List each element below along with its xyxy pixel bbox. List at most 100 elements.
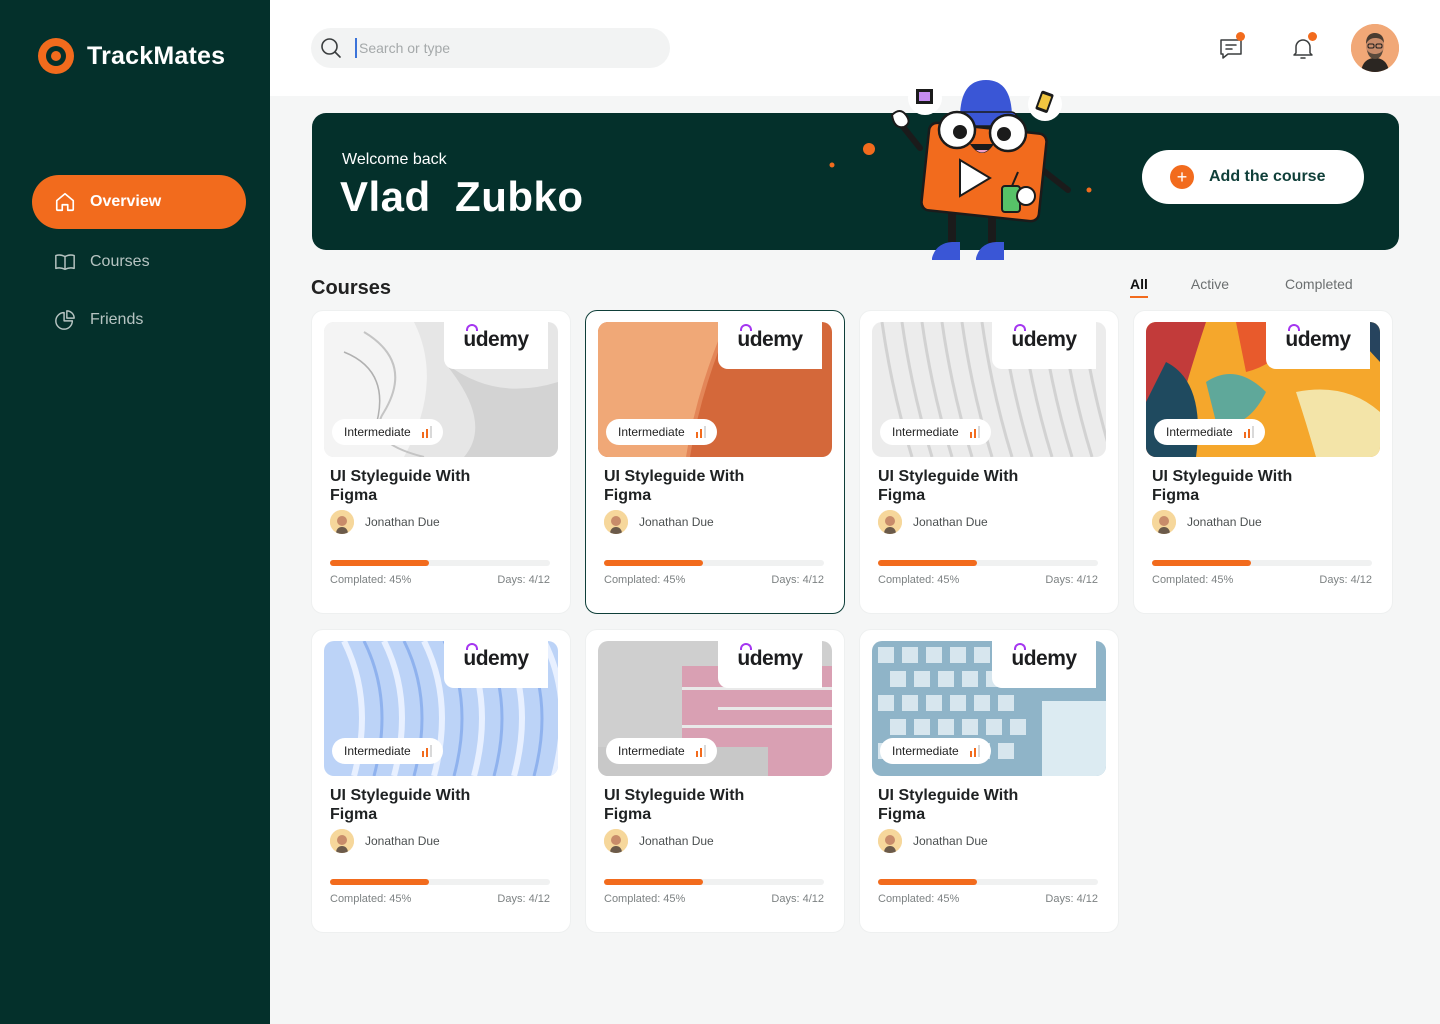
welcome-text: Welcome back (342, 151, 447, 168)
course-title: UI Styleguide With Figma (330, 787, 471, 823)
user-first-name: Vlad (340, 173, 431, 220)
course-title: UI Styleguide With Figma (1152, 468, 1293, 504)
plus-icon: + (1170, 165, 1194, 189)
course-author: Jonathan Due (1152, 510, 1262, 534)
progress-fill (878, 879, 977, 885)
add-course-button[interactable]: + Add the course (1142, 150, 1364, 204)
course-meta: Complated: 45% Days: 4/12 (604, 893, 824, 905)
search-input[interactable] (355, 38, 645, 58)
course-title: UI Styleguide With Figma (878, 468, 1019, 504)
tab-completed[interactable]: Completed (1285, 276, 1353, 298)
course-title: UI Styleguide With Figma (878, 787, 1019, 823)
sidebar-item-friends[interactable]: Friends (32, 293, 246, 347)
course-card[interactable]: udemy Intermediate UI Styleguide With Fi… (585, 310, 845, 614)
level-label: Intermediate (344, 425, 411, 439)
notifications-button[interactable] (1289, 32, 1317, 62)
home-icon (55, 192, 75, 212)
course-card[interactable]: udemy Intermediate UI Styleguide With Fi… (859, 310, 1119, 614)
completed-label: Complated: 45% (604, 893, 686, 905)
level-label: Intermediate (1166, 425, 1233, 439)
level-badge: Intermediate (880, 738, 991, 764)
search-bar[interactable] (311, 28, 670, 68)
days-label: Days: 4/12 (1045, 574, 1098, 586)
completed-label: Complated: 45% (878, 893, 960, 905)
level-label: Intermediate (618, 744, 685, 758)
completed-label: Complated: 45% (330, 574, 412, 586)
progress-bar (330, 560, 550, 566)
course-meta: Complated: 45% Days: 4/12 (878, 893, 1098, 905)
messages-button[interactable] (1217, 32, 1245, 62)
author-name: Jonathan Due (913, 515, 988, 529)
user-avatar-image (1351, 24, 1399, 72)
author-name: Jonathan Due (365, 515, 440, 529)
notification-dot (1236, 32, 1245, 41)
provider-name: udemy (1011, 643, 1077, 670)
provider-name: udemy (1285, 324, 1351, 351)
sidebar-item-courses[interactable]: Courses (32, 235, 246, 289)
provider-name: udemy (463, 324, 529, 351)
level-badge: Intermediate (332, 738, 443, 764)
sidebar-item-label: Overview (90, 193, 162, 210)
progress-bar (1152, 560, 1372, 566)
progress-fill (878, 560, 977, 566)
progress-fill (604, 560, 703, 566)
course-author: Jonathan Due (878, 829, 988, 853)
udemy-logo: udemy (718, 311, 822, 369)
course-meta: Complated: 45% Days: 4/12 (604, 574, 824, 586)
tab-all[interactable]: All (1130, 276, 1148, 298)
author-name: Jonathan Due (639, 515, 714, 529)
author-avatar (604, 510, 628, 534)
bar-chart-icon (969, 426, 980, 438)
progress-fill (330, 560, 429, 566)
bar-chart-icon (969, 745, 980, 757)
sidebar-item-overview[interactable]: Overview (32, 175, 246, 229)
days-label: Days: 4/12 (1045, 893, 1098, 905)
udemy-logo: udemy (992, 311, 1096, 369)
author-name: Jonathan Due (365, 834, 440, 848)
course-meta: Complated: 45% Days: 4/12 (330, 574, 550, 586)
completed-label: Complated: 45% (878, 574, 960, 586)
progress-fill (604, 879, 703, 885)
course-card[interactable]: udemy Intermediate UI Styleguide With Fi… (859, 629, 1119, 933)
author-name: Jonathan Due (913, 834, 988, 848)
user-avatar[interactable] (1351, 24, 1399, 72)
book-icon (55, 254, 75, 271)
bar-chart-icon (695, 745, 706, 757)
provider-name: udemy (1011, 324, 1077, 351)
sidebar-item-label: Friends (90, 311, 144, 328)
progress-bar (878, 879, 1098, 885)
mascot-illustration (829, 80, 1092, 260)
level-badge: Intermediate (606, 738, 717, 764)
provider-name: udemy (737, 643, 803, 670)
level-badge: Intermediate (606, 419, 717, 445)
author-avatar (604, 829, 628, 853)
author-name: Jonathan Due (1187, 515, 1262, 529)
course-card[interactable]: udemy Intermediate UI Styleguide With Fi… (311, 629, 571, 933)
course-card[interactable]: udemy Intermediate UI Styleguide With Fi… (585, 629, 845, 933)
courses-heading: Courses (311, 277, 392, 299)
course-author: Jonathan Due (604, 829, 714, 853)
app-logo[interactable]: TrackMates (38, 38, 225, 74)
course-card[interactable]: udemy Intermediate UI Styleguide With Fi… (1133, 310, 1393, 614)
level-badge: Intermediate (880, 419, 991, 445)
progress-bar (604, 879, 824, 885)
sidebar-item-label: Courses (90, 253, 150, 270)
course-card[interactable]: udemy Intermediate UI Styleguide With Fi… (311, 310, 571, 614)
udemy-logo: udemy (1266, 311, 1370, 369)
level-label: Intermediate (344, 744, 411, 758)
udemy-logo: udemy (444, 630, 548, 688)
bar-chart-icon (1243, 426, 1254, 438)
user-name: Vlad Zubko (340, 173, 584, 221)
course-meta: Complated: 45% Days: 4/12 (1152, 574, 1372, 586)
logo-icon (38, 38, 74, 74)
user-last-name: Zubko (455, 173, 584, 220)
course-title: UI Styleguide With Figma (330, 468, 471, 504)
tab-active[interactable]: Active (1191, 276, 1229, 298)
author-avatar (330, 829, 354, 853)
course-filter-tabs: All Active Completed (1130, 276, 1353, 298)
udemy-logo: udemy (444, 311, 548, 369)
level-badge: Intermediate (332, 419, 443, 445)
course-meta: Complated: 45% Days: 4/12 (878, 574, 1098, 586)
udemy-logo: udemy (992, 630, 1096, 688)
days-label: Days: 4/12 (771, 893, 824, 905)
